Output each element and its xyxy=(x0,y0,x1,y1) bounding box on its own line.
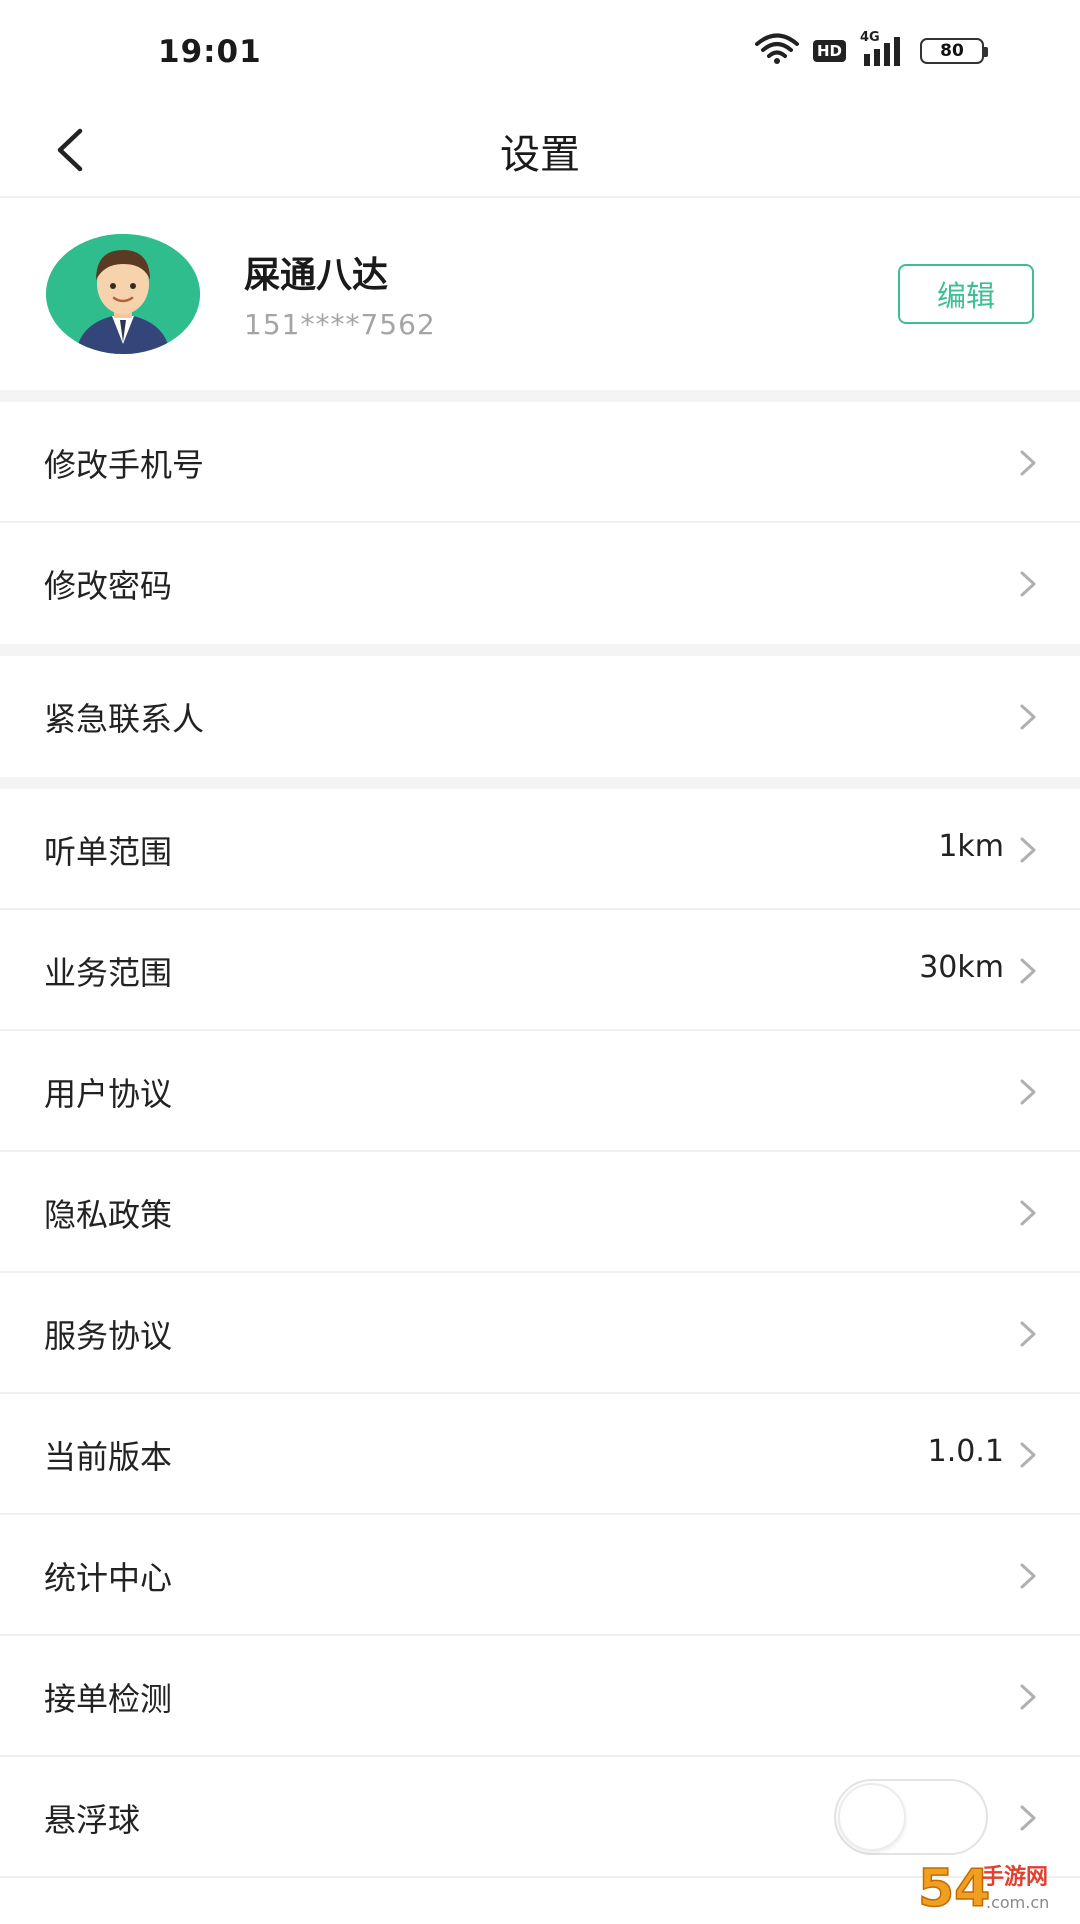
floating-ball-toggle[interactable] xyxy=(834,1779,988,1855)
chevron-right-icon xyxy=(1016,1801,1040,1835)
row-value: 1km xyxy=(938,829,1004,864)
row-label: 修改密码 xyxy=(44,561,172,607)
page-title: 设置 xyxy=(0,122,1080,180)
chevron-right-icon xyxy=(1016,833,1040,867)
row-value: 1.0.1 xyxy=(928,1434,1004,1469)
businessman-avatar-icon xyxy=(46,234,200,354)
section-divider xyxy=(0,644,1080,656)
settings-row-business-range[interactable]: 业务范围 30km xyxy=(0,910,1080,1031)
status-time: 19:01 xyxy=(158,34,262,70)
settings-row-order-detection[interactable]: 接单检测 xyxy=(0,1636,1080,1757)
chevron-right-icon xyxy=(1016,567,1040,601)
chevron-right-icon xyxy=(1016,700,1040,734)
row-label: 隐私政策 xyxy=(44,1190,172,1236)
hd-icon: HD xyxy=(813,40,846,62)
section-divider xyxy=(0,390,1080,402)
settings-row-change-password[interactable]: 修改密码 xyxy=(0,523,1080,644)
nav-bar: 设置 xyxy=(0,100,1080,198)
svg-text:.com.cn: .com.cn xyxy=(986,1893,1049,1912)
settings-row-statistics-center[interactable]: 统计中心 xyxy=(0,1515,1080,1636)
settings-row-current-version[interactable]: 当前版本 1.0.1 xyxy=(0,1394,1080,1515)
toggle-knob xyxy=(838,1783,906,1851)
chevron-right-icon xyxy=(1016,1438,1040,1472)
row-label: 当前版本 xyxy=(44,1432,172,1478)
chevron-right-icon xyxy=(1016,1196,1040,1230)
status-icons: HD 4G 80 xyxy=(755,34,984,68)
row-label: 听单范围 xyxy=(44,827,172,873)
settings-row-user-agreement[interactable]: 用户协议 xyxy=(0,1031,1080,1152)
battery-icon: 80 xyxy=(920,38,984,64)
row-value: 30km xyxy=(919,950,1004,985)
svg-text:54: 54 xyxy=(918,1859,990,1919)
chevron-right-icon xyxy=(1016,1559,1040,1593)
row-label: 接单检测 xyxy=(44,1674,172,1720)
chevron-right-icon xyxy=(1016,446,1040,480)
profile-name: 屎通八达 xyxy=(244,246,388,298)
svg-text:手游网: 手游网 xyxy=(982,1864,1048,1890)
status-bar: 19:01 HD 4G 80 xyxy=(0,0,1080,100)
chevron-right-icon xyxy=(1016,1317,1040,1351)
settings-row-change-phone[interactable]: 修改手机号 xyxy=(0,402,1080,523)
avatar xyxy=(46,234,200,354)
settings-row-service-agreement[interactable]: 服务协议 xyxy=(0,1273,1080,1394)
row-label: 紧急联系人 xyxy=(44,694,204,740)
row-label: 修改手机号 xyxy=(44,440,204,486)
profile-phone: 151****7562 xyxy=(244,308,436,341)
row-label: 服务协议 xyxy=(44,1311,172,1357)
edit-profile-button[interactable]: 编辑 xyxy=(898,264,1034,324)
chevron-right-icon xyxy=(1016,1075,1040,1109)
watermark-logo: 54 手游网 .com.cn xyxy=(916,1850,1076,1920)
section-divider xyxy=(0,777,1080,789)
settings-row-emergency-contact[interactable]: 紧急联系人 xyxy=(0,656,1080,777)
signal-4g-icon: 4G xyxy=(860,36,906,66)
row-label: 业务范围 xyxy=(44,948,172,994)
chevron-right-icon xyxy=(1016,1680,1040,1714)
network-label: 4G xyxy=(860,30,880,45)
row-label: 悬浮球 xyxy=(44,1795,140,1841)
settings-row-listen-range[interactable]: 听单范围 1km xyxy=(0,789,1080,910)
row-label: 统计中心 xyxy=(44,1553,172,1599)
chevron-right-icon xyxy=(1016,954,1040,988)
profile-card: 屎通八达 151****7562 编辑 xyxy=(0,198,1080,390)
row-label: 用户协议 xyxy=(44,1069,172,1115)
wifi-icon xyxy=(755,33,799,69)
settings-row-privacy-policy[interactable]: 隐私政策 xyxy=(0,1152,1080,1273)
